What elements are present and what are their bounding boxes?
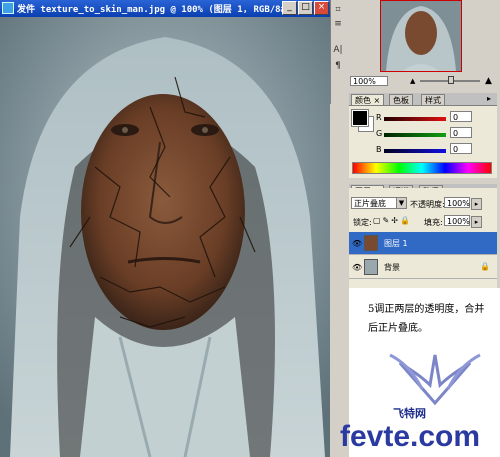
character-icon[interactable]: A| — [332, 44, 344, 56]
tutorial-caption: 5调正两层的透明度，合并后正片叠底。 — [368, 304, 485, 334]
close-button[interactable]: × — [314, 1, 329, 15]
zoom-in-icon[interactable]: ▲ — [485, 76, 492, 86]
tab-swatches[interactable]: 色板 — [389, 94, 413, 105]
channel-r-slider[interactable] — [384, 117, 446, 121]
navigator-zoom-knob[interactable] — [448, 76, 454, 84]
foreground-color-swatch[interactable] — [351, 109, 369, 127]
document-title: 发件 texture_to_skin_man.jpg @ 100% (图层 1,… — [17, 5, 292, 15]
eye-icon[interactable]: 👁 — [352, 232, 362, 255]
navigator-preview-image — [381, 1, 461, 71]
layer-name[interactable]: 背景 — [384, 256, 400, 279]
blend-mode-value: 正片叠底 — [354, 199, 386, 208]
color-spectrum-ramp[interactable] — [352, 162, 492, 174]
zoom-out-icon[interactable]: ▲ — [410, 77, 415, 85]
opacity-field[interactable]: 100% — [444, 197, 470, 208]
channel-b-slider[interactable] — [384, 149, 446, 153]
navigator-thumbnail[interactable] — [380, 0, 462, 72]
fill-label: 填充: — [424, 218, 443, 227]
tab-color[interactable]: 颜色 × — [351, 94, 385, 105]
watermark-brand: 飞特网 — [393, 408, 426, 420]
image-canvas[interactable] — [0, 17, 330, 457]
opacity-label: 不透明度: — [410, 200, 445, 209]
layer-thumbnail — [364, 259, 378, 275]
chevron-down-icon: ▼ — [396, 198, 406, 208]
lock-label: 锁定: — [353, 218, 372, 227]
fill-field[interactable]: 100% — [444, 215, 470, 226]
portrait-image — [0, 17, 330, 457]
fill-arrow-icon[interactable]: ▸ — [471, 216, 482, 228]
layer-thumbnail — [364, 235, 378, 251]
eye-icon[interactable]: 👁 — [352, 256, 362, 279]
paragraph-icon[interactable]: ¶ — [332, 60, 344, 72]
maximize-button[interactable]: □ — [298, 1, 313, 15]
navigator-zoom-field[interactable]: 100% — [350, 76, 388, 86]
layer-name[interactable]: 图层 1 — [384, 232, 408, 255]
layer-comp-icon[interactable]: ⌗ — [332, 4, 344, 16]
color-panel-tabbar: 颜色 × 色板 样式 ▸ — [349, 93, 497, 106]
blend-mode-select[interactable]: 正片叠底 ▼ — [351, 197, 407, 209]
lock-options-icons[interactable]: ▢✎✢🔒 — [373, 216, 412, 225]
channel-r-label: R — [376, 113, 382, 122]
opacity-arrow-icon[interactable]: ▸ — [471, 198, 482, 210]
panel-menu-icon[interactable]: ▸ — [487, 94, 491, 103]
tab-styles[interactable]: 样式 — [421, 94, 445, 105]
watermark-logo-icon — [389, 353, 481, 406]
channel-b-label: B — [376, 145, 382, 154]
channel-g-value[interactable]: 0 — [450, 127, 472, 138]
channel-g-label: G — [376, 129, 383, 138]
channel-r-value[interactable]: 0 — [450, 111, 472, 122]
tool-preset-icon[interactable]: ≡ — [332, 18, 344, 30]
document-titlebar[interactable]: 发件 texture_to_skin_man.jpg @ 100% (图层 1,… — [0, 0, 330, 17]
lock-icon: 🔒 — [480, 262, 490, 271]
photoshop-icon — [2, 2, 14, 14]
channel-g-slider[interactable] — [384, 133, 446, 137]
watermark-url: fevte.com — [340, 420, 481, 453]
channel-b-value[interactable]: 0 — [450, 143, 472, 154]
minimize-button[interactable]: _ — [282, 1, 297, 15]
